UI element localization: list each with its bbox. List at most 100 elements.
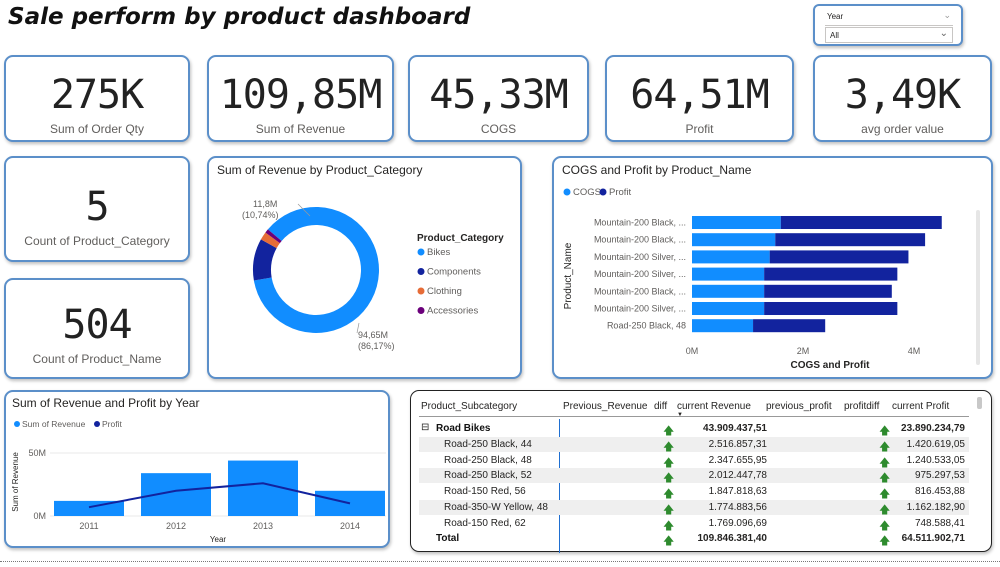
donut-chart: 11,8M (10,74%) 94,65M (86,17%) Product_C… [242, 199, 504, 351]
legend-label-components: Components [427, 267, 481, 278]
combo-profit-line [88, 482, 351, 509]
table-scrollbar[interactable] [977, 397, 982, 409]
kpi-revenue-value: 109,85M [219, 72, 383, 118]
col-header-previous-revenue[interactable]: Previous_Revenue [563, 401, 648, 412]
col-header-subcategory[interactable]: Product_Subcategory [421, 401, 517, 412]
row-subcategory: Road-250 Black, 48 [444, 454, 532, 466]
row-current-profit: 975.297,53 [914, 470, 965, 482]
donut-label-big: 94,65M [358, 330, 388, 340]
combo-bars [54, 460, 385, 516]
donut-legend: Bikes Components Clothing Accessories [417, 247, 481, 317]
collapse-icon[interactable]: ⊟ [421, 422, 429, 433]
legend-dot-bikes [417, 248, 425, 256]
row-current-revenue: 1.847.818,63 [708, 486, 767, 498]
donut-label-small-pct: (10,74%) [242, 210, 279, 220]
bar-cogs-segment [692, 250, 770, 264]
dashboard-title: Sale perform by product dashboard [8, 4, 471, 30]
col-header-current-revenue[interactable]: current Revenue [677, 401, 751, 412]
bar-scrollbar[interactable] [976, 210, 980, 365]
bar-ylabel: Product_Name [563, 242, 574, 309]
bar-chart: COGS Profit Mountain-200 Black, ... Mounta… [563, 187, 980, 371]
table-group-row[interactable]: ⊟ Road Bikes 🡅 43.909.437,51 🡅 23.890.234,79 [419, 421, 969, 437]
slicer-label: Year [827, 12, 844, 21]
year-slicer[interactable]: Year ⌄ All ⌄ [813, 4, 963, 46]
kpi-avg-order-value: 3,49K [844, 72, 961, 118]
bar-profit-segment [764, 302, 898, 315]
combo-xtick: 2011 [79, 521, 98, 531]
row-current-revenue: 2.347.655,95 [708, 454, 767, 466]
combo-xtick: 2012 [166, 521, 186, 531]
row-current-profit: 748.588,41 [914, 517, 965, 529]
slicer-value: All [830, 31, 839, 40]
table-header-row: Product_Subcategory Previous_Revenue dif… [419, 399, 969, 418]
row-current-profit: 64.511.902,71 [901, 533, 965, 544]
col-header-previous-profit[interactable]: previous_profit [766, 401, 832, 412]
bar-profit-segment [775, 233, 926, 247]
slicer-dropdown[interactable]: All ⌄ [825, 27, 953, 43]
bar-category-label: Road-250 Black, 48 [607, 321, 686, 331]
row-current-revenue: 109.846.381,40 [697, 533, 767, 544]
legend-label-clothing: Clothing [427, 286, 462, 297]
row-current-profit: 1.420.619,05 [906, 439, 965, 450]
bar-category-label: Mountain-200 Silver, ... [594, 252, 686, 262]
col-header-diff[interactable]: diff [654, 401, 667, 412]
row-subcategory: Road-150 Red, 56 [444, 486, 526, 498]
combo-ytick-bottom: 0M [33, 511, 46, 521]
combo-chart: Sum of Revenue Profit 50M 0M Sum of Reven… [11, 419, 386, 544]
bar-xtick: 4M [908, 346, 921, 356]
donut-slices [253, 207, 379, 333]
legend-dot-profit [599, 188, 607, 196]
table-row: Road-250 Black, 48 🡅 2.347.655,95 🡅 1.240.53… [419, 453, 969, 469]
bar-category-label: Mountain-200 Black, ... [594, 286, 686, 296]
matrix-table-card: Product_Subcategory Previous_Revenue dif… [410, 390, 992, 553]
col-header-profitdiff[interactable]: profitdiff [844, 401, 879, 412]
kpi-profit-card: 64,51M Profit [605, 55, 794, 142]
donut-legend-title: Product_Category [417, 233, 504, 244]
kpi-revenue-label: Sum of Revenue [255, 122, 346, 136]
col-header-current-profit[interactable]: current Profit [892, 401, 949, 412]
bar-cogs-segment [692, 302, 765, 315]
kpi-category-count-label: Count of Product_Category [24, 234, 170, 248]
table-row: Road-150 Red, 62 🡅 1.769.096,69 🡅 748.588,41 [419, 516, 969, 532]
row-current-revenue: 1.774.883,56 [708, 501, 767, 513]
kpi-order-qty-label: Sum of Order Qty [49, 122, 145, 136]
bar-legend: COGS Profit [563, 187, 632, 198]
kpi-category-count-card: 5 Count of Product_Category [4, 156, 190, 262]
bar-profit-segment [764, 284, 892, 298]
bar-cogs-segment [692, 267, 765, 281]
combo-xtick: 2013 [253, 521, 273, 531]
bar-cogs-segment [692, 216, 781, 229]
donut-slice-bikes [253, 207, 379, 333]
bar-cogs-segment [692, 233, 776, 247]
kpi-avg-order-card: 3,49K avg order value [813, 55, 992, 142]
bar-profit-segment [780, 216, 942, 229]
kpi-cogs-card: 45,33M COGS [408, 55, 589, 142]
page-bottom-border [0, 561, 1000, 562]
kpi-revenue-card: 109,85M Sum of Revenue [207, 55, 394, 142]
donut-chart-card: Sum of Revenue by Product_Category 11,8M… [207, 156, 522, 379]
combo-xtick: 2014 [340, 521, 360, 531]
legend-dot-profit [94, 421, 100, 427]
legend-dot-clothing [417, 287, 425, 295]
bar-cogs-segment [692, 284, 765, 298]
kpi-product-count-value: 504 [62, 302, 132, 348]
bar-category-label: Mountain-200 Silver, ... [594, 304, 686, 314]
bar-profit-segment [753, 319, 826, 333]
sort-desc-icon: ▼ [677, 412, 683, 418]
kpi-cogs-value: 45,33M [429, 72, 569, 118]
bar-ticks: 0M 2M 4M [686, 346, 921, 356]
row-current-revenue: 2.012.447,78 [708, 470, 767, 482]
table-row: Road-350-W Yellow, 48 🡅 1.774.883,56 🡅 1.162… [419, 499, 969, 516]
donut-label-big-pct: (86,17%) [358, 341, 395, 351]
row-subcategory: Road-250 Black, 44 [444, 439, 532, 450]
legend-dot-cogs [563, 188, 571, 196]
kpi-profit-label: Profit [685, 122, 714, 136]
kpi-avg-order-label: avg order value [861, 122, 944, 136]
row-subcategory: Road-250 Black, 52 [444, 470, 532, 482]
kpi-product-count-label: Count of Product_Name [32, 352, 162, 366]
row-current-profit: 1.240.533,05 [906, 454, 965, 466]
row-current-revenue: 1.769.096,69 [708, 517, 767, 529]
legend-dot-components [417, 268, 425, 275]
combo-xticks: 2011 2012 2013 2014 [79, 521, 360, 531]
bar-xtick: 2M [797, 346, 810, 356]
